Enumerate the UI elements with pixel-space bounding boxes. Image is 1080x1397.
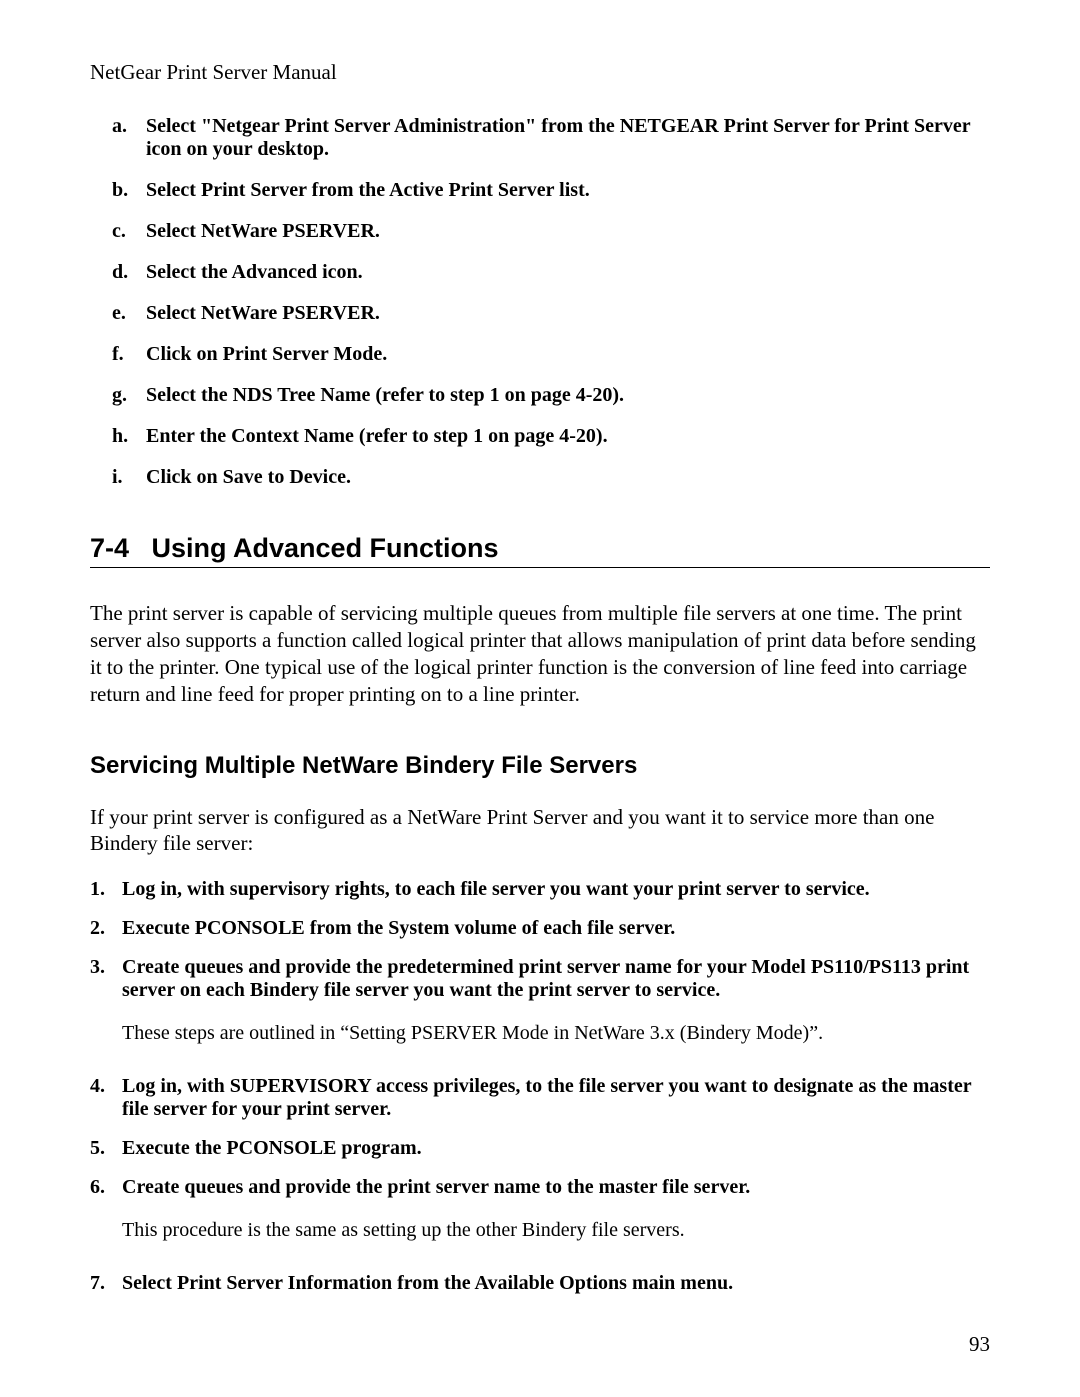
list-text: Select NetWare PSERVER. [146,220,380,243]
page-number: 93 [969,1332,990,1357]
section-title: Using Advanced Functions [152,533,499,563]
list-note: These steps are outlined in “Setting PSE… [122,1022,990,1045]
num-step-5: 5.Execute the PCONSOLE program. [90,1137,990,1160]
list-text: Create queues and provide the predetermi… [122,956,990,1002]
num-step-2: 2.Execute PCONSOLE from the System volum… [90,917,990,940]
list-text: Select "Netgear Print Server Administrat… [146,115,990,161]
list-text: Enter the Context Name (refer to step 1 … [146,425,608,448]
list-text: Select NetWare PSERVER. [146,302,380,325]
list-marker: 4. [90,1075,122,1121]
num-step-6: 6. Create queues and provide the print s… [90,1176,990,1256]
list-text: Select Print Server Information from the… [122,1272,990,1295]
list-marker: h. [112,425,146,448]
list-marker: e. [112,302,146,325]
list-note: This procedure is the same as setting up… [122,1219,990,1242]
subsection-heading: Servicing Multiple NetWare Bindery File … [90,752,990,780]
page: NetGear Print Server Manual a.Select "Ne… [0,0,1080,1397]
list-text: Log in, with supervisory rights, to each… [122,878,990,901]
num-step-7: 7.Select Print Server Information from t… [90,1272,990,1295]
alpha-step-c: c.Select NetWare PSERVER. [112,220,990,243]
list-marker: i. [112,466,146,489]
alpha-step-g: g.Select the NDS Tree Name (refer to ste… [112,384,990,407]
list-marker: g. [112,384,146,407]
alpha-step-h: h.Enter the Context Name (refer to step … [112,425,990,448]
list-text: Create queues and provide the print serv… [122,1176,990,1199]
alpha-step-b: b.Select Print Server from the Active Pr… [112,179,990,202]
section-paragraph: The print server is capable of servicing… [90,600,990,708]
section-heading: 7-4 Using Advanced Functions [90,533,990,568]
list-marker: 6. [90,1176,122,1199]
list-marker: 5. [90,1137,122,1160]
list-text: Select the NDS Tree Name (refer to step … [146,384,624,407]
alpha-steps-list: a.Select "Netgear Print Server Administr… [90,115,990,489]
num-step-1: 1.Log in, with supervisory rights, to ea… [90,878,990,901]
list-marker: b. [112,179,146,202]
list-marker: 3. [90,956,122,1002]
list-text: Select Print Server from the Active Prin… [146,179,590,202]
alpha-step-i: i.Click on Save to Device. [112,466,990,489]
list-text: Click on Save to Device. [146,466,351,489]
list-marker: c. [112,220,146,243]
list-marker: d. [112,261,146,284]
alpha-step-a: a.Select "Netgear Print Server Administr… [112,115,990,161]
list-text: Select the Advanced icon. [146,261,363,284]
list-text: Execute PCONSOLE from the System volume … [122,917,990,940]
alpha-step-d: d.Select the Advanced icon. [112,261,990,284]
list-marker: 1. [90,878,122,901]
list-marker: a. [112,115,146,161]
alpha-step-e: e.Select NetWare PSERVER. [112,302,990,325]
section-number: 7-4 [90,533,144,564]
list-marker: 7. [90,1272,122,1295]
numbered-steps-list: 1.Log in, with supervisory rights, to ea… [90,878,990,1295]
list-text: Log in, with SUPERVISORY access privileg… [122,1075,990,1121]
list-text: Execute the PCONSOLE program. [122,1137,990,1160]
running-header: NetGear Print Server Manual [90,60,990,85]
num-step-4: 4.Log in, with SUPERVISORY access privil… [90,1075,990,1121]
num-step-3: 3. Create queues and provide the predete… [90,956,990,1059]
list-marker: f. [112,343,146,366]
list-text: Click on Print Server Mode. [146,343,387,366]
list-marker: 2. [90,917,122,940]
subsection-paragraph: If your print server is configured as a … [90,804,990,858]
alpha-step-f: f.Click on Print Server Mode. [112,343,990,366]
